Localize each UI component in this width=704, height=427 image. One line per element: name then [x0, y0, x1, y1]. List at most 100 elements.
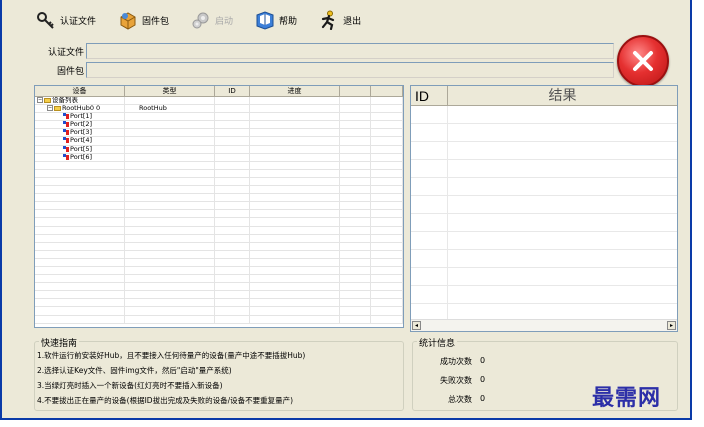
result-row	[411, 214, 677, 232]
empty-cell	[371, 275, 403, 283]
empty-cell	[340, 161, 371, 169]
col-header-type[interactable]: 类型	[125, 86, 215, 96]
table-row	[35, 258, 403, 267]
result-col-result[interactable]: 结果	[448, 86, 677, 105]
result-id-cell	[411, 178, 448, 195]
result-id-cell	[411, 286, 448, 303]
type-cell	[125, 299, 215, 307]
firmware-button[interactable]: 固件包	[118, 10, 169, 30]
empty-cell	[250, 283, 340, 291]
empty-cell	[371, 145, 403, 153]
result-id-cell	[411, 106, 448, 123]
empty-cell	[250, 250, 340, 258]
empty-cell	[371, 315, 403, 323]
device-cell	[35, 250, 125, 258]
table-row[interactable]: Port[2]	[35, 121, 403, 130]
table-row	[35, 315, 403, 324]
firmware-field[interactable]	[86, 62, 614, 78]
scroll-left-arrow-icon[interactable]: ◂	[412, 321, 421, 330]
quick-guide-group: 快速指南 1.软件运行前安装好Hub，且不要接入任何待量产的设备(量产中途不要插…	[34, 336, 404, 411]
empty-cell	[215, 186, 250, 194]
statistics-title: 统计信息	[417, 336, 458, 349]
quick-guide-title: 快速指南	[39, 336, 80, 349]
firmware-button-label: 固件包	[142, 16, 170, 27]
type-cell	[125, 315, 215, 323]
empty-cell	[215, 97, 250, 105]
type-cell	[125, 258, 215, 266]
device-name: Port[1]	[70, 113, 93, 121]
horizontal-scrollbar[interactable]: ◂ ▸	[411, 319, 677, 331]
type-cell	[125, 266, 215, 275]
empty-cell	[371, 186, 403, 194]
type-cell	[125, 194, 215, 202]
collapse-icon[interactable]: −	[37, 97, 43, 103]
col-header-progress[interactable]: 进度	[250, 86, 340, 96]
table-row	[35, 169, 403, 178]
col-header-device[interactable]: 设备	[35, 86, 125, 96]
table-row[interactable]: Port[4]	[35, 137, 403, 146]
empty-cell	[250, 186, 340, 194]
table-row[interactable]: Port[3]	[35, 129, 403, 138]
exit-button[interactable]: 退出	[319, 10, 361, 30]
empty-cell	[215, 161, 250, 169]
type-cell	[125, 129, 215, 137]
device-cell	[35, 242, 125, 250]
empty-cell	[215, 299, 250, 307]
empty-cell	[340, 226, 371, 234]
auth-file-field[interactable]	[86, 43, 614, 59]
table-row[interactable]: Port[5]	[35, 145, 403, 154]
device-cell	[35, 210, 125, 218]
empty-cell	[215, 113, 250, 121]
empty-cell	[250, 291, 340, 299]
device-cell	[35, 226, 125, 234]
empty-cell	[250, 129, 340, 137]
device-cell: − RootHub0 0	[35, 105, 125, 113]
empty-cell	[340, 266, 371, 275]
result-row	[411, 178, 677, 196]
help-button[interactable]: 帮助	[255, 10, 297, 30]
empty-cell	[371, 202, 403, 210]
empty-cell	[340, 153, 371, 161]
close-button[interactable]	[617, 35, 669, 87]
auth-file-button[interactable]: 认证文件	[36, 10, 96, 30]
empty-cell	[250, 113, 340, 121]
table-row[interactable]: Port[1]	[35, 113, 403, 122]
table-row[interactable]: − RootHub0 0 RootHub	[35, 105, 403, 114]
device-table-body: − 设备列表 − RootHub0 0 RootHub Port[1] Port[2] Por…	[35, 97, 403, 324]
empty-cell	[371, 234, 403, 242]
empty-cell	[215, 202, 250, 210]
empty-cell	[371, 113, 403, 121]
table-row[interactable]: − 设备列表	[35, 97, 403, 106]
result-row	[411, 250, 677, 268]
guide-line: 2.选择认证Key文件、固件img文件，然后"启动"量产系统)	[37, 366, 232, 375]
result-row	[411, 142, 677, 160]
empty-cell	[250, 299, 340, 307]
result-id-cell	[411, 250, 448, 267]
type-cell	[125, 97, 215, 105]
table-row[interactable]: Port[6]	[35, 153, 403, 162]
fail-count-label: 失败次数	[440, 376, 472, 385]
scroll-right-arrow-icon[interactable]: ▸	[667, 321, 676, 330]
firmware-row: 固件包	[40, 62, 614, 78]
empty-cell	[215, 250, 250, 258]
empty-cell	[215, 137, 250, 145]
col-header-id[interactable]: ID	[215, 86, 250, 96]
empty-cell	[250, 105, 340, 113]
table-row	[35, 177, 403, 187]
empty-cell	[250, 266, 340, 275]
empty-cell	[371, 242, 403, 250]
empty-cell	[250, 315, 340, 323]
empty-cell	[340, 242, 371, 250]
result-col-id[interactable]: ID	[411, 86, 448, 105]
type-cell	[125, 145, 215, 153]
table-row	[35, 218, 403, 227]
device-cell: Port[3]	[35, 129, 125, 137]
empty-cell	[250, 121, 340, 129]
gears-icon	[192, 12, 209, 29]
start-button[interactable]: 启动	[191, 10, 233, 30]
empty-cell	[215, 242, 250, 250]
table-row	[35, 307, 403, 316]
collapse-icon[interactable]: −	[47, 105, 53, 112]
empty-cell	[340, 234, 371, 242]
start-button-label: 启动	[215, 16, 234, 27]
